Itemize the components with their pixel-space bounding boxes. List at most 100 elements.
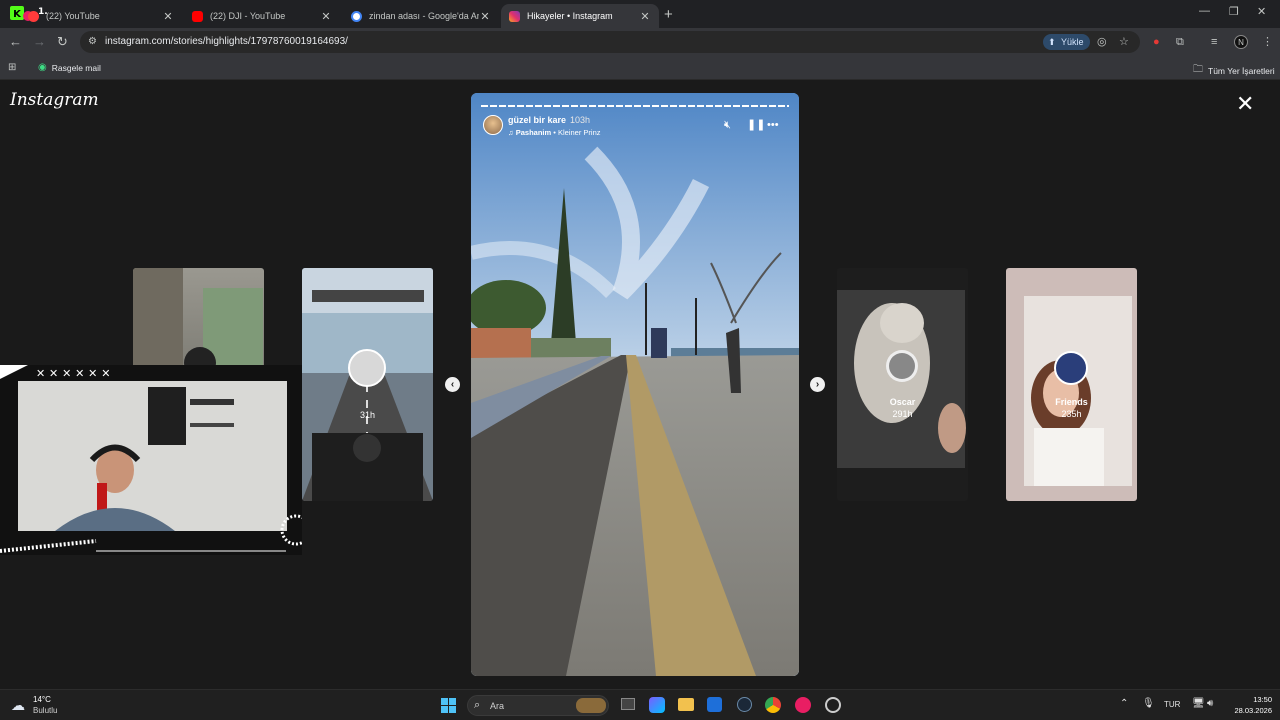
tray-chevron-icon[interactable]: ⌃: [1120, 698, 1128, 709]
close-tab-icon[interactable]: ✕: [162, 10, 174, 23]
volume-icon[interactable]: 🔊︎: [1207, 698, 1213, 709]
music-artist: Pashanim: [515, 128, 552, 137]
tab-title: Hikayeler • Instagram: [527, 11, 613, 21]
site-info-icon[interactable]: ⚙: [88, 36, 97, 47]
upload-icon: ⬆: [1048, 37, 1056, 47]
next-story-icon[interactable]: ›: [810, 377, 825, 392]
upload-label: Yükle: [1061, 37, 1084, 47]
story-name: Friends: [1055, 397, 1088, 407]
steam-icon[interactable]: [737, 697, 752, 712]
current-story[interactable]: güzel bir kare 103h ♫ Pashanim • Kleiner…: [471, 93, 799, 676]
bookmark-star-icon[interactable]: ☆: [1119, 35, 1129, 49]
story-age: 31h: [359, 410, 376, 420]
clock-date: 28.03.2026: [1234, 706, 1272, 715]
music-separator: •: [553, 128, 556, 137]
tab-dji-youtube[interactable]: (22) DJI - YouTube ✕: [184, 4, 340, 28]
browser-toolbar: ← → ↻ ⚙ instagram.com/stories/highlights…: [0, 28, 1280, 56]
tab-youtube[interactable]: (22) YouTube ✕: [20, 4, 182, 28]
file-explorer-icon[interactable]: [678, 698, 694, 711]
chrome-icon[interactable]: [765, 697, 781, 713]
webcam-overlay: ✕ ✕ ✕ ✕ ✕ ✕: [0, 365, 302, 555]
minimize-icon[interactable]: —: [1199, 5, 1210, 17]
reading-list-icon[interactable]: ≡: [1211, 35, 1217, 49]
story-avatar[interactable]: [483, 115, 503, 135]
apps-grid-icon[interactable]: ⊞: [8, 62, 21, 73]
svg-text:✕ ✕ ✕ ✕ ✕ ✕: ✕ ✕ ✕ ✕ ✕ ✕: [36, 367, 110, 380]
mute-icon[interactable]: 🔇︎: [724, 119, 731, 131]
system-clock[interactable]: 13:50 28.03.2026: [1226, 694, 1272, 716]
mail-icon: ◉: [38, 62, 47, 73]
previous-story-icon[interactable]: ‹: [445, 377, 460, 392]
folder-icon: 🗀: [1193, 64, 1203, 75]
close-viewer-icon[interactable]: ✕: [1236, 93, 1254, 115]
music-title: Kleiner Prinz: [557, 128, 601, 137]
story-media-image: [471, 93, 799, 676]
back-icon[interactable]: ←: [9, 35, 22, 49]
story-music[interactable]: ♫ Pashanim • Kleiner Prinz: [508, 128, 601, 137]
close-tab-icon[interactable]: ✕: [639, 10, 651, 23]
tab-title: (22) YouTube: [46, 11, 100, 21]
tab-google-search[interactable]: zindan adası - Google'da Ara ✕: [343, 4, 499, 28]
search-highlight-image: [576, 698, 606, 713]
story-viewer: Instagram ✕ 31h güzel bir kare 103h ♫ Pa…: [0, 81, 1280, 689]
profile-avatar[interactable]: N: [1234, 35, 1248, 49]
bookmark-label: Tüm Yer İşaretleri: [1208, 65, 1275, 76]
more-options-icon[interactable]: •••: [767, 119, 779, 131]
google-favicon-icon: [351, 10, 362, 22]
task-view-icon[interactable]: [621, 698, 635, 710]
restore-icon[interactable]: ❐: [1229, 5, 1239, 18]
microphone-icon[interactable]: 🎙︎: [1142, 698, 1155, 709]
bookmark-rasgele-mail[interactable]: ◉ Rasgele mail: [38, 62, 101, 73]
network-icon[interactable]: 🖥︎: [1192, 698, 1205, 709]
eye-off-icon[interactable]: ◎: [1097, 35, 1107, 49]
all-bookmarks-folder[interactable]: 🗀 Tüm Yer İşaretleri: [1193, 62, 1275, 79]
windows-taskbar: ☁ 14°C Bulutlu ⌕ Ara ⌃ 🎙︎ TUR 🖥︎ 🔊︎ 13:5…: [0, 689, 1280, 720]
story-name: Oscar: [889, 397, 916, 407]
search-icon: ⌕: [474, 699, 481, 711]
story-preview-left[interactable]: 31h: [302, 268, 433, 501]
tab-title: (22) DJI - YouTube: [210, 11, 286, 21]
upload-button[interactable]: ⬆ Yükle: [1043, 34, 1090, 50]
story-age: 291h: [892, 409, 913, 419]
weather-temperature[interactable]: 14°C: [33, 695, 51, 704]
story-username[interactable]: güzel bir kare: [508, 115, 566, 125]
new-tab-icon[interactable]: +: [664, 6, 673, 23]
story-preview-oscar[interactable]: Oscar 291h: [837, 268, 968, 501]
forward-icon[interactable]: →: [33, 35, 46, 49]
reload-icon[interactable]: ↻: [57, 35, 68, 49]
copilot-icon[interactable]: [649, 697, 665, 713]
story-thumbnail: [837, 268, 968, 501]
address-bar[interactable]: ⚙ instagram.com/stories/highlights/17978…: [80, 31, 1140, 53]
pause-icon[interactable]: ❚❚: [747, 119, 765, 131]
language-indicator[interactable]: TUR: [1164, 700, 1180, 709]
weather-cloud-icon[interactable]: ☁: [11, 697, 25, 714]
windows-start-icon[interactable]: [441, 698, 456, 713]
story-thumbnail: [1006, 268, 1137, 501]
extension-record-icon[interactable]: ●: [1153, 35, 1160, 49]
weather-description[interactable]: Bulutlu: [33, 706, 57, 715]
instagram-logo[interactable]: Instagram: [10, 90, 99, 110]
app-round-icon[interactable]: [825, 697, 841, 713]
story-thumbnail: [302, 268, 433, 501]
extensions-puzzle-icon[interactable]: ⧉: [1176, 35, 1184, 49]
story-progress-bar: [481, 105, 789, 107]
close-window-icon[interactable]: ✕: [1257, 5, 1266, 18]
story-age: 235h: [1061, 409, 1082, 419]
clock-time: 13:50: [1253, 695, 1272, 704]
url-text[interactable]: instagram.com/stories/highlights/1797876…: [105, 36, 348, 47]
close-tab-icon[interactable]: ✕: [479, 10, 491, 23]
instagram-favicon-icon: [509, 10, 520, 22]
youtube-favicon-icon: [28, 10, 39, 22]
app-pink-icon[interactable]: [795, 697, 811, 713]
bookmarks-bar: ⊞ ◉ Rasgele mail 🗀 Tüm Yer İşaretleri: [0, 56, 1280, 80]
taskbar-search[interactable]: ⌕ Ara: [467, 695, 609, 716]
store-icon[interactable]: [707, 697, 722, 712]
tab-strip: K 1.0 (22) YouTube ✕ (22) DJI - YouTube …: [0, 0, 1280, 28]
youtube-favicon-icon: [192, 10, 203, 22]
close-tab-icon[interactable]: ✕: [320, 10, 332, 23]
search-placeholder: Ara: [490, 701, 505, 711]
menu-kebab-icon[interactable]: ⋮: [1262, 35, 1273, 49]
music-note-icon: ♫: [508, 128, 514, 137]
tab-instagram[interactable]: Hikayeler • Instagram ✕: [501, 4, 659, 28]
story-preview-friends[interactable]: Friends 235h: [1006, 268, 1137, 501]
